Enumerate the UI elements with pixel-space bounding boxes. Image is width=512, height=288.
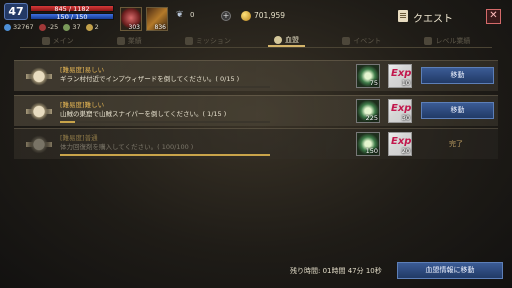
stat-speed: 37 <box>63 23 81 31</box>
move-button[interactable]: 移動 <box>421 67 494 84</box>
tab-main[interactable]: メイン <box>36 35 80 47</box>
tab-mission[interactable]: ミッション <box>179 35 237 47</box>
quest-book-icon <box>398 10 408 22</box>
add-currency-button[interactable]: + <box>221 11 231 21</box>
stat-pk: 2 <box>85 23 99 31</box>
exp-reward-icon[interactable]: Exp 10 <box>388 64 412 88</box>
main-tab-icon <box>41 37 50 45</box>
sword-icon <box>85 23 93 31</box>
gold-icon <box>241 11 251 21</box>
tab-level-achievements[interactable]: レベル業績 <box>418 35 476 47</box>
mission-tab-icon <box>184 37 193 45</box>
clan-point-reward-icon[interactable]: 225 <box>356 99 380 123</box>
clan-info-button[interactable]: 血盟情報に移動 <box>397 262 503 279</box>
completed-label: 完了 <box>449 140 463 148</box>
quest-progress-fill <box>60 154 270 156</box>
potion-slot[interactable]: 303 <box>120 7 142 31</box>
quest-row: [難易度]難しい 山賊の巣窟で山賊スナイパーを倒してください。( 1/15 ) … <box>14 95 498 126</box>
close-button[interactable]: ✕ <box>486 9 501 24</box>
clan-emblem-icon <box>26 134 52 155</box>
move-button[interactable]: 移動 <box>421 102 494 119</box>
level-badge: 47 <box>4 3 28 20</box>
player-hud: 47 845 / 1182 150 / 150 32767 -25 37 2 3… <box>0 0 512 34</box>
tab-event[interactable]: イベント <box>336 35 387 47</box>
hp-bar: 845 / 1182 <box>30 5 114 12</box>
tab-clan[interactable]: 血盟 <box>268 35 306 47</box>
scroll-slot[interactable]: 836 <box>146 7 168 31</box>
clan-emblem-icon <box>26 101 52 122</box>
quest-description: 山賊の巣窟で山賊スナイパーを倒してください。( 1/15 ) <box>60 110 227 118</box>
clan-emblem-icon <box>26 66 52 87</box>
clan-point-reward-icon[interactable]: 75 <box>356 64 380 88</box>
quest-progress <box>60 86 270 88</box>
tab-achievements[interactable]: 業績 <box>111 35 148 47</box>
gold-amount: 701,959 <box>254 11 286 20</box>
quest-row: [難易度]普通 体力回復剤を購入してください。( 100/100 ) 150 E… <box>14 128 498 159</box>
stat-power: 32767 <box>4 23 34 31</box>
quest-tabs: メイン 業績 ミッション 血盟 イベント レベル業績 <box>20 35 492 48</box>
quest-description: 体力回復剤を購入してください。( 100/100 ) <box>60 143 194 151</box>
page-title: クエスト <box>413 14 453 25</box>
player-stats: 32767 -25 37 2 <box>4 22 99 32</box>
exp-reward-icon[interactable]: Exp 20 <box>388 132 412 156</box>
mp-bar: 150 / 150 <box>30 13 114 20</box>
quest-progress <box>60 154 270 156</box>
speed-icon <box>63 23 71 31</box>
achievement-tab-icon <box>116 37 125 45</box>
stat-karma: -25 <box>38 23 58 31</box>
clan-point-reward-icon[interactable]: 150 <box>356 132 380 156</box>
quest-row: [難易度]易しい ギラン村付近でインプウィザードを倒してください。( 0/15 … <box>14 60 498 91</box>
exp-reward-icon[interactable]: Exp 30 <box>388 99 412 123</box>
power-icon <box>4 23 11 31</box>
quest-progress-fill <box>60 121 75 123</box>
clan-tab-icon <box>274 36 283 44</box>
wing-count: 0 <box>190 11 195 19</box>
karma-icon <box>38 23 46 31</box>
wing-icon: ❦ <box>176 10 184 20</box>
quest-description: ギラン村付近でインプウィザードを倒してください。( 0/15 ) <box>60 75 240 83</box>
remaining-time: 残り時間: 01時間 47分 10秒 <box>290 267 382 275</box>
event-tab-icon <box>342 37 351 45</box>
quest-progress <box>60 121 270 123</box>
level-tab-icon <box>424 37 433 45</box>
